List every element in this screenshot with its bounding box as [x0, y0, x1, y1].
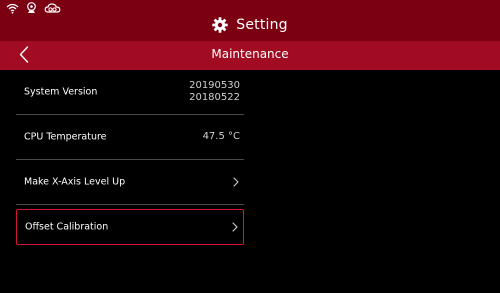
section-title: Maintenance — [211, 47, 289, 61]
top-bar: Setting — [0, 0, 500, 41]
status-icons — [6, 2, 61, 14]
chevron-right-icon — [232, 222, 238, 232]
maintenance-screen: Setting Maintenance System Version 20190… — [0, 0, 500, 293]
cpu-temperature-label: CPU Temperature — [24, 131, 107, 143]
offset-calibration-label: Offset Calibration — [25, 221, 109, 233]
sub-header: Maintenance — [0, 41, 500, 70]
page-title-group: Setting — [0, 17, 500, 33]
cpu-temperature-row: CPU Temperature 47.5 °C — [16, 115, 244, 160]
system-version-line-2: 20180522 — [189, 92, 240, 103]
webcam-icon — [26, 2, 37, 14]
page-title: Setting — [236, 17, 288, 33]
cpu-temperature-value: 47.5 °C — [202, 131, 240, 142]
chevron-right-icon — [233, 177, 239, 187]
x-axis-level-row[interactable]: Make X-Axis Level Up — [16, 160, 244, 205]
gear-icon — [212, 17, 228, 33]
cloud-link-icon — [44, 2, 61, 14]
system-version-label: System Version — [24, 86, 98, 98]
system-version-row: System Version 20190530 20180522 — [16, 70, 244, 115]
system-version-value: 20190530 20180522 — [189, 80, 240, 104]
offset-calibration-row[interactable]: Offset Calibration — [16, 209, 244, 245]
settings-list: System Version 20190530 20180522 CPU Tem… — [16, 70, 244, 245]
x-axis-level-label: Make X-Axis Level Up — [24, 176, 126, 188]
wifi-icon — [6, 3, 19, 14]
system-version-line-1: 20190530 — [189, 80, 240, 91]
